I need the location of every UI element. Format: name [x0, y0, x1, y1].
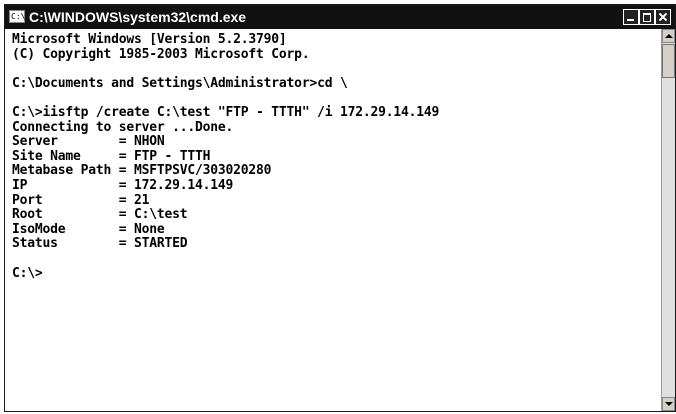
- maximize-icon[interactable]: [639, 9, 655, 25]
- console-line: Metabase Path = MSFTPSVC/303020280: [12, 163, 272, 179]
- console-line: C:\>iisftp /create C:\test "FTP - TTTH" …: [12, 104, 440, 120]
- console-line: IsoMode = None: [12, 221, 165, 237]
- console-line: IP = 172.29.14.149: [12, 177, 234, 193]
- console-line: Root = C:\test: [12, 207, 188, 223]
- console-line: C:\Documents and Settings\Administrator>…: [12, 75, 348, 91]
- minimize-icon[interactable]: [623, 9, 639, 25]
- console-line: Connecting to server ...Done.: [12, 119, 234, 135]
- console-line: Server = NHON: [12, 134, 165, 150]
- title-bar[interactable]: C:\ C:\WINDOWS\system32\cmd.exe: [5, 5, 675, 29]
- console-output[interactable]: Microsoft Windows [Version 5.2.3790] (C) …: [5, 29, 661, 411]
- cmd-icon[interactable]: C:\: [9, 10, 25, 23]
- close-icon[interactable]: [655, 9, 671, 25]
- console-line: Site Name = FTP - TTTH: [12, 148, 211, 164]
- window-title: C:\WINDOWS\system32\cmd.exe: [29, 9, 247, 25]
- console-prompt: C:\>: [12, 265, 43, 281]
- scroll-up-icon[interactable]: [662, 29, 675, 43]
- scroll-thumb[interactable]: [662, 44, 675, 78]
- scroll-down-icon[interactable]: [662, 397, 675, 411]
- console-line: Port = 21: [12, 192, 150, 208]
- console-line: Status = STARTED: [12, 236, 188, 252]
- console-line: Microsoft Windows [Version 5.2.3790]: [12, 32, 287, 47]
- cmd-window[interactable]: C:\ C:\WINDOWS\system32\cmd.exe Microsof…: [4, 4, 676, 412]
- console-line: (C) Copyright 1985-2003 Microsoft Corp.: [12, 46, 310, 62]
- vertical-scrollbar[interactable]: [661, 29, 675, 411]
